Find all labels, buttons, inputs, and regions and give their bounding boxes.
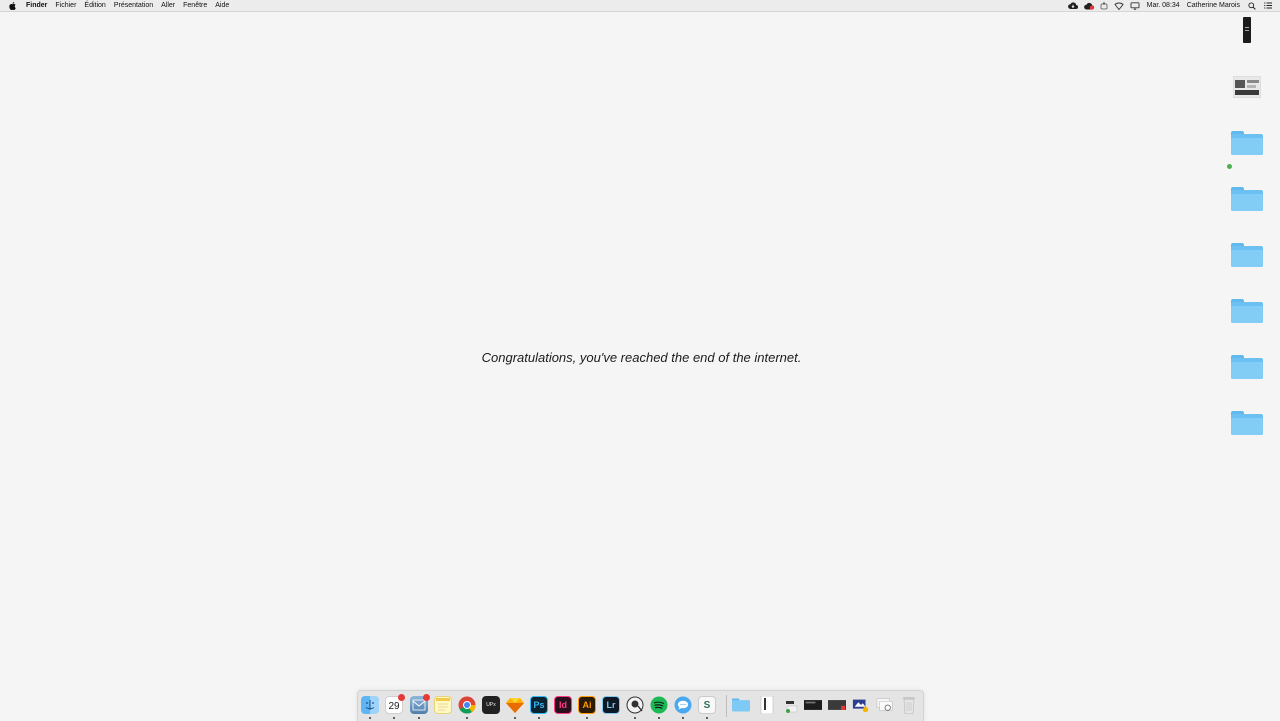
dock-indesign-app[interactable]: Id xyxy=(554,696,572,714)
document-icon xyxy=(786,701,798,713)
running-indicator xyxy=(418,717,420,719)
menu-aide[interactable]: Aide xyxy=(215,0,229,11)
running-indicator xyxy=(514,717,516,719)
cyberduck-icon xyxy=(626,696,644,714)
notification-badge xyxy=(423,694,430,701)
dock-chrome-app[interactable] xyxy=(458,696,476,714)
finder-icon xyxy=(365,700,375,710)
desktop-folder-item[interactable] xyxy=(1218,243,1276,271)
sketch-diamond-icon xyxy=(506,698,524,713)
dock-downloads-stack[interactable] xyxy=(876,696,894,714)
dock-finder-app[interactable] xyxy=(361,696,379,714)
image-thumbnail-icon xyxy=(1232,75,1262,99)
indesign-label: Id xyxy=(559,700,567,710)
messages-icon xyxy=(674,696,692,714)
dock-separator xyxy=(726,695,727,717)
menu-edition[interactable]: Édition xyxy=(84,0,105,11)
calendar-day: 29 xyxy=(388,701,400,712)
desktop-image-item[interactable] xyxy=(1218,75,1276,107)
dock-lightroom-app[interactable]: Lr xyxy=(602,696,620,714)
desktop-folder-item[interactable] xyxy=(1218,411,1276,439)
apple-menu-icon[interactable] xyxy=(9,1,16,10)
running-indicator xyxy=(682,717,684,719)
cloud-icon[interactable] xyxy=(1067,2,1078,9)
dock-screenshot-item[interactable] xyxy=(828,696,846,714)
creative-cloud-icon[interactable] xyxy=(1083,2,1094,10)
desktop-file-item[interactable] xyxy=(1218,17,1276,52)
menu-presentation[interactable]: Présentation xyxy=(114,0,153,11)
notes-icon xyxy=(436,698,450,711)
notification-badge xyxy=(398,694,405,701)
running-indicator xyxy=(538,717,540,719)
lightroom-label: Lr xyxy=(606,700,616,710)
hotspot-icon[interactable] xyxy=(1114,2,1124,10)
search-icon[interactable] xyxy=(1248,1,1256,10)
trash-icon xyxy=(903,697,915,714)
menu-aller[interactable]: Aller xyxy=(161,0,175,11)
spotify-icon xyxy=(650,696,668,714)
image-icon xyxy=(852,699,869,713)
menu-user[interactable]: Catherine Marois xyxy=(1187,0,1240,11)
running-indicator xyxy=(658,717,660,719)
running-indicator xyxy=(586,717,588,719)
folder-icon xyxy=(1231,299,1263,323)
menu-bar: Finder Fichier Édition Présentation Alle… xyxy=(0,0,1280,12)
mail-stamp-icon xyxy=(412,699,426,711)
desktop-folder-item[interactable] xyxy=(1218,187,1276,215)
menu-fenetre[interactable]: Fenêtre xyxy=(183,0,207,11)
folder-icon xyxy=(1231,187,1263,211)
dock-document-item[interactable] xyxy=(758,696,776,714)
screenshot-icon xyxy=(804,700,822,710)
screenshot-icon xyxy=(828,700,846,710)
illustrator-label: Ai xyxy=(582,700,592,710)
dock-cyberduck-app[interactable] xyxy=(626,696,644,714)
airplay-icon[interactable] xyxy=(1130,1,1140,10)
dock-photoshop-app[interactable]: Ps xyxy=(530,696,548,714)
green-tag-icon xyxy=(1227,164,1232,169)
folder-icon xyxy=(1231,243,1263,267)
desktop-folder-item[interactable] xyxy=(1218,299,1276,327)
dock-slack-app[interactable]: S xyxy=(698,696,716,714)
dock-spotify-app[interactable] xyxy=(650,696,668,714)
list-icon[interactable] xyxy=(1264,2,1272,9)
dock-document-item[interactable] xyxy=(782,696,800,714)
chrome-icon xyxy=(458,696,476,714)
menu-clock[interactable]: Mar. 08:34 xyxy=(1147,0,1180,11)
dock-notes-app[interactable] xyxy=(434,696,452,714)
dock-messages-app[interactable] xyxy=(674,696,692,714)
folder-icon xyxy=(1231,131,1263,155)
menu-fichier[interactable]: Fichier xyxy=(55,0,76,11)
running-indicator xyxy=(369,717,371,719)
dock: 29 UPx Ps Id Ai Lr S xyxy=(357,690,924,721)
file-icon xyxy=(1243,17,1251,43)
running-indicator xyxy=(466,717,468,719)
running-indicator xyxy=(393,717,395,719)
dock-illustrator-app[interactable]: Ai xyxy=(578,696,596,714)
desktop-folder-item[interactable] xyxy=(1218,131,1276,169)
dock-image-item[interactable] xyxy=(852,696,870,714)
folder-icon xyxy=(1231,411,1263,435)
photoshop-label: Ps xyxy=(533,700,545,710)
dock-terminal-app[interactable]: UPx xyxy=(482,696,500,714)
document-icon xyxy=(760,696,774,714)
folder-icon xyxy=(732,698,750,712)
dock-applications-folder[interactable] xyxy=(732,696,750,714)
running-indicator xyxy=(706,717,708,719)
dock-screenshot-item[interactable] xyxy=(804,696,822,714)
slack-label: S xyxy=(703,699,711,711)
dock-sketch-app[interactable] xyxy=(506,696,524,714)
terminal-label: UPx xyxy=(486,702,496,708)
running-indicator xyxy=(634,717,636,719)
downloads-stack-icon xyxy=(876,698,893,711)
dock-trash[interactable] xyxy=(900,696,918,714)
extension-icon[interactable] xyxy=(1100,2,1108,10)
end-of-internet-message: Congratulations, you've reached the end … xyxy=(481,350,802,365)
menu-finder[interactable]: Finder xyxy=(26,0,47,11)
